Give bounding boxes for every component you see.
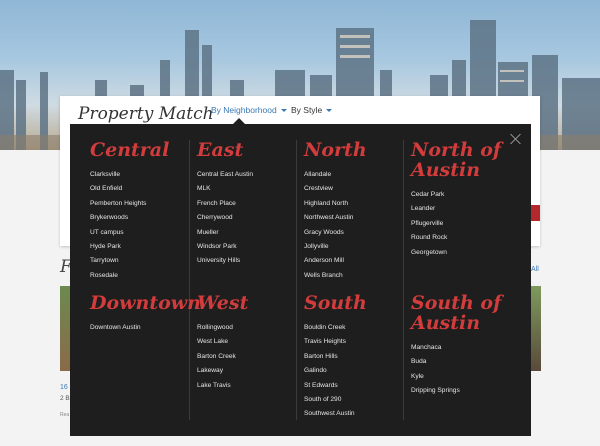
neighborhood-list: Cedar Park Leander Pflugerville Round Ro… — [411, 188, 506, 260]
neighborhood-link[interactable]: Mueller — [197, 226, 292, 240]
neighborhood-link[interactable]: Pflugerville — [411, 217, 506, 231]
region-title: West — [197, 292, 249, 314]
tab-by-style[interactable]: By Style — [291, 105, 333, 115]
listing-photo-left[interactable] — [60, 286, 70, 371]
region-north: North Allandale Crestview Highland North… — [304, 140, 399, 283]
neighborhood-link[interactable]: Lakeway — [197, 364, 292, 378]
neighborhood-link[interactable]: Georgetown — [411, 246, 506, 260]
listing-price-fragment[interactable]: 16 — [60, 384, 68, 391]
column-divider — [296, 140, 297, 420]
search-button-fragment[interactable] — [531, 205, 540, 221]
region-east: East Central East Austin MLK French Plac… — [197, 140, 292, 269]
region-title: Central — [90, 139, 170, 161]
region-west: West Rollingwood West Lake Barton Creek … — [197, 293, 292, 393]
neighborhood-link[interactable]: St Edwards — [304, 379, 399, 393]
neighborhood-list: Downtown Austin — [90, 321, 190, 335]
listing-photo-right[interactable] — [531, 286, 541, 371]
neighborhood-link[interactable]: Brykerwoods — [90, 211, 185, 225]
listing-meta-fragment: Rea — [60, 412, 70, 418]
tab-label: By Style — [291, 105, 323, 115]
neighborhood-link[interactable]: Clarksville — [90, 168, 185, 182]
neighborhood-link[interactable]: Anderson Mill — [304, 254, 399, 268]
neighborhood-link[interactable]: Allandale — [304, 168, 399, 182]
region-south: South Bouldin Creek Travis Heights Barto… — [304, 293, 399, 422]
neighborhood-link[interactable]: Travis Heights — [304, 335, 399, 349]
neighborhood-link[interactable]: Tarrytown — [90, 254, 185, 268]
neighborhood-link[interactable]: Wells Branch — [304, 269, 399, 283]
neighborhood-link[interactable]: South of 290 — [304, 393, 399, 407]
neighborhood-link[interactable]: Round Rock — [411, 231, 506, 245]
neighborhood-link[interactable]: Buda — [411, 355, 506, 369]
neighborhood-link[interactable]: UT campus — [90, 226, 185, 240]
neighborhood-link[interactable]: Rollingwood — [197, 321, 292, 335]
view-all-link-fragment[interactable]: All — [531, 266, 539, 273]
neighborhood-link[interactable]: Windsor Park — [197, 240, 292, 254]
neighborhood-list: Bouldin Creek Travis Heights Barton Hill… — [304, 321, 399, 422]
neighborhood-link[interactable]: Manchaca — [411, 341, 506, 355]
neighborhood-link[interactable]: Dripping Springs — [411, 384, 506, 398]
neighborhood-link[interactable]: Leander — [411, 202, 506, 216]
tab-by-neighborhood[interactable]: By Neighborhood — [211, 105, 287, 115]
neighborhood-link[interactable]: Gracy Woods — [304, 226, 399, 240]
neighborhood-link[interactable]: Central East Austin — [197, 168, 292, 182]
tab-label: By Neighborhood — [211, 105, 277, 115]
neighborhood-link[interactable]: Barton Hills — [304, 350, 399, 364]
neighborhood-link[interactable]: Old Enfield — [90, 182, 185, 196]
property-match-title: Property Match — [78, 104, 214, 124]
column-divider — [189, 140, 190, 420]
neighborhood-link[interactable]: Jollyville — [304, 240, 399, 254]
neighborhood-list: Clarksville Old Enfield Pemberton Height… — [90, 168, 185, 283]
listing-beds-fragment: 2 B — [60, 395, 70, 402]
neighborhood-link[interactable]: Cedar Park — [411, 188, 506, 202]
neighborhood-link[interactable]: Pemberton Heights — [90, 197, 185, 211]
neighborhood-link[interactable]: Highland North — [304, 197, 399, 211]
neighborhood-list: Central East Austin MLK French Place Che… — [197, 168, 292, 269]
region-title: North — [304, 139, 367, 161]
neighborhood-list: Rollingwood West Lake Barton Creek Lakew… — [197, 321, 292, 393]
neighborhood-link[interactable]: Kyle — [411, 370, 506, 384]
neighborhood-link[interactable]: MLK — [197, 182, 292, 196]
neighborhood-link[interactable]: Galindo — [304, 364, 399, 378]
neighborhood-link[interactable]: Bouldin Creek — [304, 321, 399, 335]
region-title: East — [197, 139, 244, 161]
neighborhood-link[interactable]: Hyde Park — [90, 240, 185, 254]
region-title: Downtown — [90, 292, 201, 314]
neighborhood-link[interactable]: Lake Travis — [197, 379, 292, 393]
chevron-down-icon — [326, 109, 333, 113]
neighborhood-link[interactable]: Southwest Austin — [304, 407, 399, 421]
neighborhood-link[interactable]: Barton Creek — [197, 350, 292, 364]
region-title: South — [304, 292, 367, 314]
column-divider — [403, 140, 404, 420]
neighborhood-link[interactable]: Crestview — [304, 182, 399, 196]
region-north-of-austin: North of Austin Cedar Park Leander Pflug… — [411, 140, 506, 260]
neighborhood-link[interactable]: Rosedale — [90, 269, 185, 283]
neighborhood-link[interactable]: University Hills — [197, 254, 292, 268]
chevron-down-icon — [280, 109, 287, 113]
neighborhood-list: Manchaca Buda Kyle Dripping Springs — [411, 341, 506, 399]
neighborhood-link[interactable]: Cherrywood — [197, 211, 292, 225]
region-title: South of Austin — [411, 292, 502, 334]
neighborhood-link[interactable]: Downtown Austin — [90, 321, 190, 335]
region-title: North of Austin — [411, 139, 502, 181]
region-downtown: Downtown Downtown Austin — [90, 292, 201, 335]
neighborhood-link[interactable]: French Place — [197, 197, 292, 211]
region-central: Central Clarksville Old Enfield Pemberto… — [90, 140, 185, 283]
neighborhood-link[interactable]: West Lake — [197, 335, 292, 349]
neighborhood-link[interactable]: Northwest Austin — [304, 211, 399, 225]
neighborhood-list: Allandale Crestview Highland North North… — [304, 168, 399, 283]
region-south-of-austin: South of Austin Manchaca Buda Kyle Dripp… — [411, 293, 506, 399]
close-icon[interactable] — [510, 133, 522, 145]
